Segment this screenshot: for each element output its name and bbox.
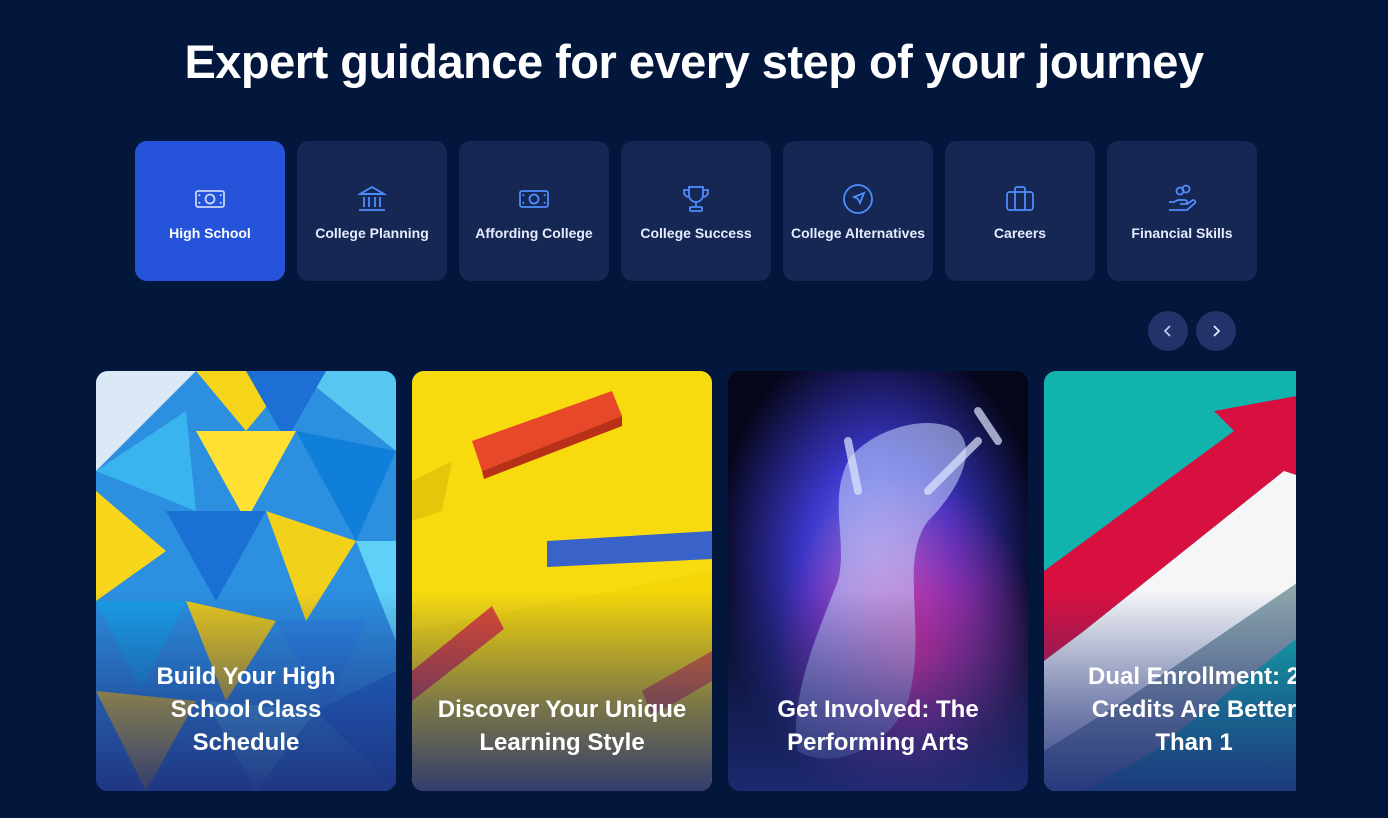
tab-college-planning[interactable]: College Planning xyxy=(297,141,447,281)
article-card[interactable]: Discover Your Unique Learning Style xyxy=(412,371,712,791)
money-bill-icon xyxy=(516,181,552,217)
chevron-left-icon xyxy=(1160,323,1176,339)
chevron-right-icon xyxy=(1208,323,1224,339)
university-building-icon xyxy=(354,181,390,217)
tab-label: Affording College xyxy=(475,225,593,241)
tab-label: College Alternatives xyxy=(790,225,926,241)
tab-label: High School xyxy=(169,225,251,241)
card-overlay xyxy=(728,591,1028,791)
page-heading: Expert guidance for every step of your j… xyxy=(184,35,1204,88)
tab-label: Careers xyxy=(993,225,1047,241)
tab-label: College Planning xyxy=(315,225,429,241)
carousel-next-button[interactable] xyxy=(1196,311,1236,351)
card-title: Build Your High School Class Schedule xyxy=(156,663,336,756)
tab-college-alternatives[interactable]: College Alternatives xyxy=(783,141,933,281)
tab-high-school[interactable]: High School xyxy=(135,141,285,281)
trophy-icon xyxy=(678,181,714,217)
article-card[interactable]: Get Involved: The Performing Arts xyxy=(728,371,1028,791)
tab-financial-skills[interactable]: Financial Skills xyxy=(1107,141,1257,281)
tab-college-success[interactable]: College Success xyxy=(621,141,771,281)
tab-label: Financial Skills xyxy=(1131,225,1233,241)
article-card[interactable]: Dual Enrollment: 2 Credits Are Better Th… xyxy=(1044,371,1296,791)
tab-affording-college[interactable]: Affording College xyxy=(459,141,609,281)
article-carousel: Build Your High School Class Schedule Di… xyxy=(96,371,1296,791)
article-card[interactable]: Build Your High School Class Schedule xyxy=(96,371,396,791)
compass-arrow-icon xyxy=(840,181,876,217)
briefcase-icon xyxy=(1002,181,1038,217)
tab-label: College Success xyxy=(640,225,752,241)
tab-careers[interactable]: Careers xyxy=(945,141,1095,281)
card-title: Get Involved: The Performing Arts xyxy=(777,696,979,756)
hand-coins-icon xyxy=(1164,181,1200,217)
card-title: Discover Your Unique Learning Style xyxy=(437,696,687,756)
money-bill-icon xyxy=(192,181,228,217)
card-title: Dual Enrollment: 2 Credits Are Better Th… xyxy=(1087,663,1296,756)
card-overlay xyxy=(412,591,712,791)
category-tabs: High School College Planning Affording C… xyxy=(135,141,1257,281)
carousel-prev-button[interactable] xyxy=(1148,311,1188,351)
